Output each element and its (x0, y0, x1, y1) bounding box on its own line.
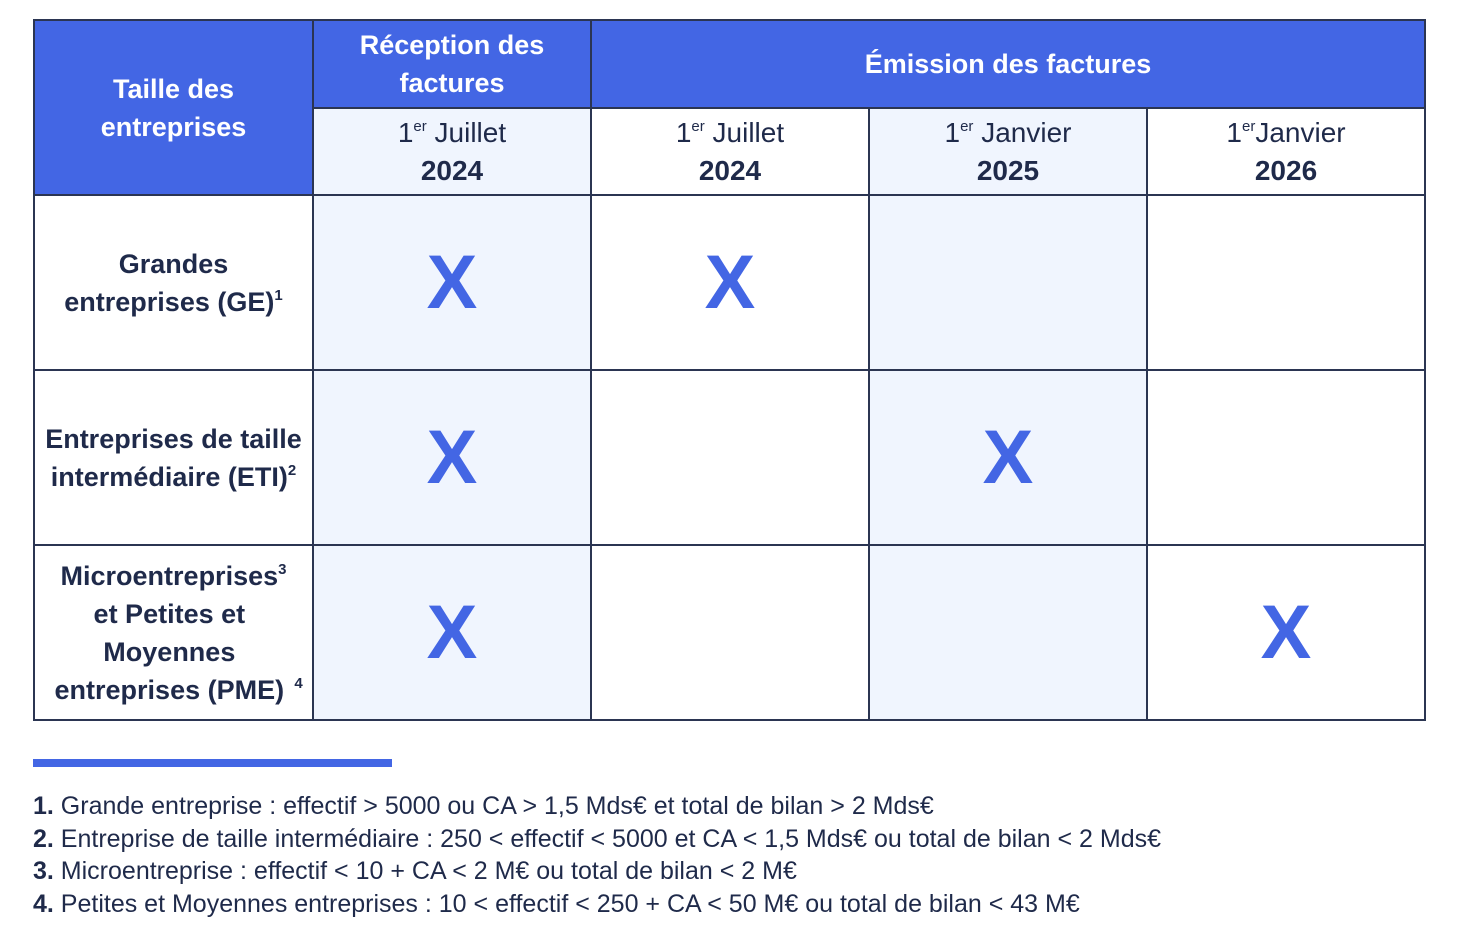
footnote-item: 3. Microentreprise : effectif < 10 + CA … (33, 855, 1161, 888)
footnote-ref: 2 (287, 461, 297, 479)
month: Juillet (712, 116, 785, 148)
footnote-text: Entreprise de taille intermédiaire : 250… (53, 824, 1162, 853)
footnote-text: Petites et Moyennes entreprises : 10 < e… (53, 889, 1080, 918)
footnote-text: Microentreprise : effectif < 10 + CA < 2… (53, 857, 797, 885)
ordinal: er (413, 117, 427, 135)
row-label-text: Microentreprises (60, 560, 279, 591)
day: 1 (397, 116, 414, 148)
row-label-text: Entreprises de taille intermédiaire (ETI… (45, 423, 302, 492)
row-label-eti: Entreprises de taille intermédiaire (ETI… (33, 369, 314, 546)
row-label-ge: Grandes entreprises (GE)1 (33, 194, 314, 371)
footnote-number: 4. (33, 889, 54, 918)
group-header-reception-text: Réception des factures (359, 30, 545, 98)
invoice-schedule-table: Taille des entreprises Réception des fac… (33, 19, 1427, 721)
check-mark: X (426, 239, 478, 325)
divider-rule (33, 759, 392, 767)
day: 1 (944, 116, 961, 148)
footnote-item: 1. Grande entreprise : effectif > 5000 o… (33, 790, 1161, 823)
table-row: Entreprises de taille intermédiaire (ETI… (33, 369, 1427, 546)
footnote-item: 4. Petites et Moyennes entreprises : 10 … (33, 888, 1161, 921)
check-mark: X (426, 589, 478, 675)
check-mark: X (426, 414, 478, 500)
day: 1 (675, 116, 692, 148)
year: 2024 (420, 154, 484, 186)
month: Janvier (1255, 116, 1346, 148)
group-header-emission: Émission des factures (589, 19, 1427, 109)
day: 1 (1226, 116, 1242, 148)
month: Janvier (981, 116, 1072, 148)
footnote-ref: 3 (278, 560, 287, 578)
footnote-number: 2. (33, 824, 54, 853)
group-header-reception: Réception des factures (312, 19, 592, 109)
ordinal: er (691, 117, 705, 135)
row-label-pme: Microentreprises3 et Petites et Moyennes … (33, 544, 314, 721)
footnote-ref: 1 (274, 286, 283, 304)
footnote-ref: 4 (294, 674, 303, 692)
footnote-text: Grande entreprise : effectif > 5000 ou C… (53, 792, 934, 820)
row-label-text: Grandes entreprises (GE) (64, 248, 275, 317)
footnotes: 1. Grande entreprise : effectif > 5000 o… (33, 790, 1161, 920)
month: Juillet (434, 116, 507, 148)
footnote-number: 3. (33, 857, 54, 885)
table-row: Microentreprises3 et Petites et Moyennes … (33, 544, 1427, 721)
footnote-item: 2. Entreprise de taille intermédiaire : … (33, 823, 1161, 856)
check-mark: X (704, 239, 756, 325)
group-header-emission-text: Émission des factures (864, 49, 1152, 79)
ordinal: er (960, 117, 974, 135)
column-header-date: 1er Juillet 2024 (312, 107, 592, 196)
footnote-number: 1. (33, 792, 54, 820)
column-header-date: 1er Janvier 2025 (868, 107, 1148, 196)
check-mark: X (982, 414, 1034, 500)
column-header-date: 1er Juillet 2024 (590, 107, 870, 196)
year: 2025 (976, 154, 1040, 186)
ordinal: er (1241, 117, 1256, 135)
row-label-text: et Petites et Moyennes entreprises (PME) (54, 598, 285, 705)
check-mark: X (1260, 589, 1312, 675)
corner-header: Taille des entreprises (33, 19, 314, 196)
year: 2024 (698, 154, 762, 186)
year: 2026 (1254, 154, 1318, 186)
table-row: Grandes entreprises (GE)1 X X (33, 194, 1427, 371)
column-header-date: 1erJanvier 2026 (1145, 107, 1427, 196)
corner-header-text: Taille des entreprises (100, 73, 247, 142)
